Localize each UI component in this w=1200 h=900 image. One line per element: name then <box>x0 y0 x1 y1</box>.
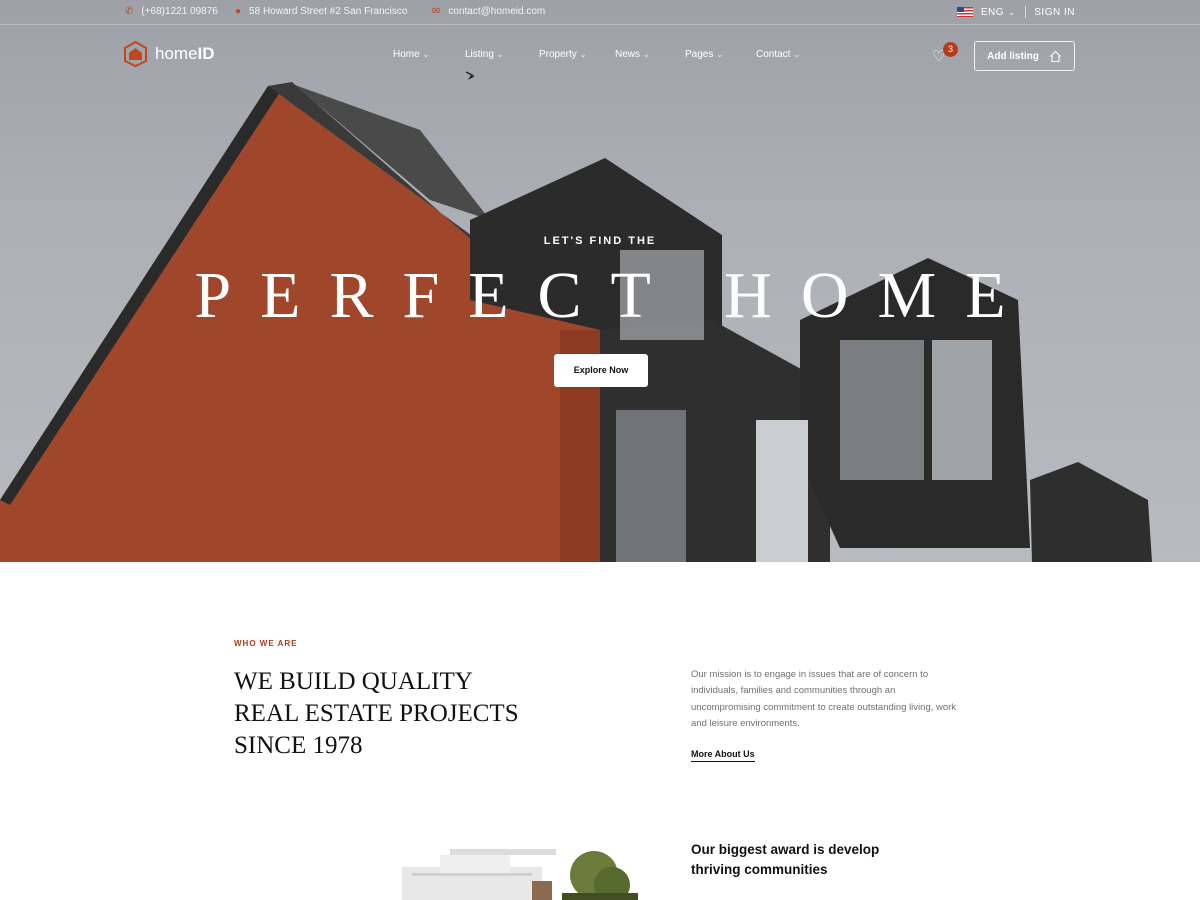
chevron-down-icon: ⌄ <box>579 50 587 59</box>
nav-item-news[interactable]: News ⌄ <box>615 49 685 60</box>
hero-subtitle: LET'S FIND THE <box>543 235 657 247</box>
nav-label: News <box>615 49 641 60</box>
logo-house-icon <box>124 41 147 67</box>
nav-label: Pages <box>685 49 714 60</box>
nav-item-home[interactable]: Home ⌄ <box>393 49 465 60</box>
building-thumbnail-image <box>382 845 638 900</box>
email-info[interactable]: ✉ contact@homeid.com <box>432 6 545 17</box>
logo-text-bold: ID <box>197 44 215 63</box>
chevron-down-icon: ⌄ <box>422 50 430 59</box>
hero-section: ✆ (+68)1221 09876 ● 58 Howard Street #2 … <box>0 0 1200 562</box>
section-heading: WE BUILD QUALITY REAL ESTATE PROJECTS SI… <box>234 666 554 762</box>
add-listing-button[interactable]: Add listing <box>974 41 1075 71</box>
more-about-us-link[interactable]: More About Us <box>691 749 755 762</box>
mission-text: Our mission is to engage in issues that … <box>691 669 957 729</box>
chevron-down-icon: ⌄ <box>793 50 801 59</box>
heading-line: REAL ESTATE PROJECTS <box>234 700 519 727</box>
phone-icon: ✆ <box>125 5 134 17</box>
chevron-down-icon: ⌄ <box>716 50 724 59</box>
chevron-down-icon: ⌄ <box>496 50 504 59</box>
chevron-down-icon: ⌄ <box>1008 7 1016 17</box>
nav-item-contact[interactable]: Contact ⌄ <box>756 49 816 60</box>
main-nav: Home ⌄ Listing ⌄ Property ⌄ News ⌄ Pages ⌄ Co… <box>393 49 816 60</box>
mail-icon: ✉ <box>432 5 441 17</box>
nav-label: Listing <box>465 49 494 60</box>
logo-text: homeID <box>155 44 215 64</box>
nav-item-property[interactable]: Property ⌄ <box>539 49 615 60</box>
nav-label: Home <box>393 49 420 60</box>
nav-item-listing[interactable]: Listing ⌄ <box>465 49 539 60</box>
top-bar-right: ENG ⌄ SIGN IN <box>956 6 1075 18</box>
house-icon <box>1049 50 1061 62</box>
add-listing-label: Add listing <box>987 50 1039 62</box>
phone-text: (+68)1221 09876 <box>141 6 218 17</box>
address-text: 58 Howard Street #2 San Francisco <box>249 6 408 17</box>
us-flag-icon <box>956 7 973 17</box>
hero-title: PERFECT HOME <box>194 259 1035 332</box>
chevron-down-icon: ⌄ <box>643 50 650 59</box>
award-text: Our biggest award is develop thriving co… <box>691 842 880 877</box>
wishlist-count-badge: 3 <box>943 42 958 57</box>
phone-info[interactable]: ✆ (+68)1221 09876 <box>125 6 218 17</box>
nav-label: Contact <box>756 49 791 60</box>
building-photo <box>382 845 638 900</box>
address-info: ● 58 Howard Street #2 San Francisco <box>235 6 407 17</box>
divider <box>1025 6 1027 18</box>
sign-in-link[interactable]: SIGN IN <box>1034 7 1075 18</box>
language-select[interactable]: ENG <box>981 7 1004 18</box>
heading-line: SINCE 1978 <box>234 732 363 759</box>
section-eyebrow: WHO WE ARE <box>234 639 298 648</box>
nav-label: Property <box>539 49 577 60</box>
nav-item-pages[interactable]: Pages ⌄ <box>685 49 756 60</box>
top-bar: ✆ (+68)1221 09876 ● 58 Howard Street #2 … <box>0 0 1200 25</box>
logo-text-light: home <box>155 44 198 63</box>
email-text: contact@homeid.com <box>448 6 546 17</box>
logo[interactable]: homeID <box>124 41 215 67</box>
location-pin-icon: ● <box>235 5 242 17</box>
heading-line: WE BUILD QUALITY <box>234 668 473 695</box>
explore-now-button[interactable]: Explore Now <box>554 354 648 387</box>
